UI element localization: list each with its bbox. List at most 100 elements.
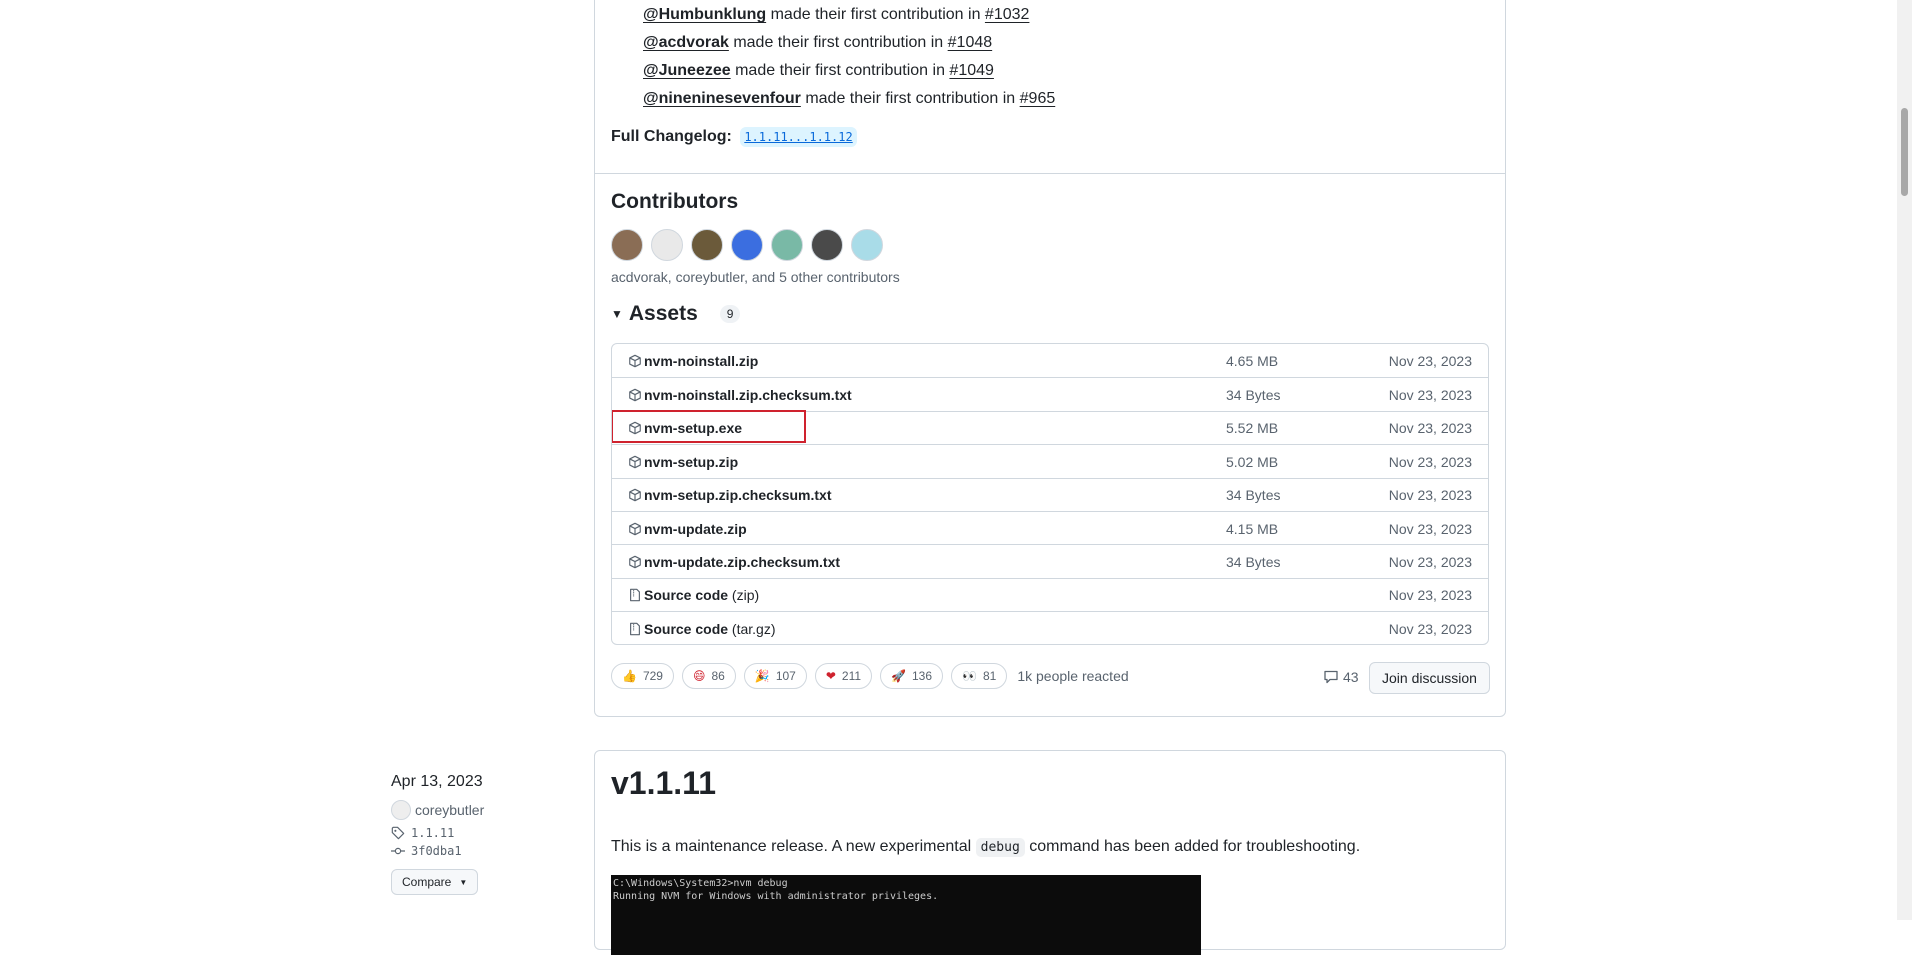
contribution-text: made their first contribution in: [770, 6, 981, 23]
package-icon: [628, 488, 642, 502]
terminal-line: Running NVM for Windows with administrat…: [613, 891, 939, 902]
contributor-link[interactable]: @nineninesevenfour: [643, 90, 801, 107]
assets-list: nvm-noinstall.zip 4.65 MB Nov 23, 2023 nvm-…: [611, 343, 1489, 645]
pull-request-link[interactable]: #1048: [948, 34, 993, 51]
assets-heading: Assets: [628, 302, 698, 325]
asset-date: Nov 23, 2023: [1388, 587, 1472, 604]
package-icon: [628, 354, 642, 368]
release-tag[interactable]: 1.1.11: [391, 826, 454, 840]
highlight-box: [612, 410, 806, 443]
reacted-summary: 1k people reacted: [1017, 668, 1129, 684]
contributor-avatar[interactable]: [651, 229, 683, 261]
asset-link[interactable]: nvm-noinstall.zip.checksum.txt: [644, 387, 852, 403]
contribution-line: @Humbunklung made their first contributi…: [643, 5, 1029, 25]
asset-size: 34 Bytes: [1226, 386, 1281, 403]
reaction-count: 81: [982, 669, 997, 683]
release-card-1-1-11: v1.1.11 This is a maintenance release. A…: [594, 750, 1506, 955]
asset-link[interactable]: nvm-update.zip.checksum.txt: [644, 554, 840, 570]
divider: [595, 173, 1505, 174]
contributor-avatars: [611, 229, 883, 261]
asset-date: Nov 23, 2023: [1388, 487, 1472, 504]
author-name: coreybutler: [415, 802, 485, 818]
full-changelog: Full Changelog: 1.1.11...1.1.12: [611, 127, 857, 147]
comments-count[interactable]: 43: [1323, 669, 1359, 685]
asset-link[interactable]: Source code (tar.gz): [644, 621, 776, 637]
asset-row: nvm-setup.zip 5.02 MB Nov 23, 2023: [612, 444, 1488, 478]
scrollbar-thumb[interactable]: [1901, 108, 1908, 196]
contributor-avatar[interactable]: [851, 229, 883, 261]
contribution-text: made their first contribution in: [805, 90, 1016, 107]
reaction-button[interactable]: 👍 729: [611, 663, 674, 689]
tag-name: 1.1.11: [411, 826, 455, 840]
heart-icon: ❤: [825, 669, 836, 683]
asset-link[interactable]: nvm-update.zip: [644, 521, 747, 537]
contributors-summary: acdvorak, coreybutler, and 5 other contr…: [611, 269, 900, 285]
reaction-count: 729: [642, 669, 663, 683]
terminal-line: C:\Windows\System32>nvm debug: [613, 878, 788, 889]
asset-link[interactable]: nvm-setup.zip: [644, 454, 738, 470]
contributor-avatar[interactable]: [691, 229, 723, 261]
triangle-down-icon: ▼: [459, 877, 468, 887]
reaction-count: 107: [775, 669, 796, 683]
asset-link[interactable]: Source code (zip): [644, 587, 759, 603]
desc-text-after: command has been added for troubleshooti…: [1029, 838, 1361, 855]
assets-count-badge: 9: [719, 305, 741, 323]
release-title[interactable]: v1.1.11: [611, 765, 716, 802]
asset-row: nvm-update.zip 4.15 MB Nov 23, 2023: [612, 511, 1488, 545]
compare-button[interactable]: Compare ▼: [391, 869, 479, 895]
release-author[interactable]: coreybutler: [391, 800, 484, 820]
avatar: [391, 800, 411, 820]
smile-icon: 😄: [692, 669, 706, 683]
release-description: This is a maintenance release. A new exp…: [611, 838, 1361, 857]
asset-date: Nov 23, 2023: [1388, 420, 1472, 437]
pull-request-link[interactable]: #965: [1020, 90, 1056, 107]
reactions-bar: 👍 729 😄 86 🎉 107 ❤ 211 🚀 136 👀 81 1k people reacted: [611, 663, 1129, 689]
asset-row: nvm-setup.zip.checksum.txt 34 Bytes Nov 23…: [612, 477, 1488, 512]
contributor-avatar[interactable]: [771, 229, 803, 261]
release-commit[interactable]: 3f0dba1: [391, 844, 462, 858]
reaction-button[interactable]: ❤ 211: [814, 663, 873, 689]
asset-size: 4.15 MB: [1226, 520, 1279, 537]
reaction-button[interactable]: 😄 86: [681, 663, 736, 689]
pull-request-link[interactable]: #1049: [949, 62, 994, 79]
reaction-button[interactable]: 👀 81: [951, 663, 1008, 689]
changelog-link[interactable]: 1.1.11...1.1.12: [740, 127, 857, 147]
asset-date: Nov 23, 2023: [1388, 352, 1472, 369]
package-icon: [628, 388, 642, 402]
contributor-avatar[interactable]: [731, 229, 763, 261]
pull-request-link[interactable]: #1032: [985, 6, 1030, 23]
asset-row: Source code (tar.gz) Nov 23, 2023: [612, 611, 1488, 644]
contributor-link[interactable]: @Juneezee: [643, 62, 731, 79]
asset-row: Source code (zip) Nov 23, 2023: [612, 577, 1488, 612]
contributor-avatar[interactable]: [611, 229, 643, 261]
reaction-count: 86: [711, 669, 725, 683]
page-scrollbar[interactable]: [1897, 0, 1912, 920]
reaction-button[interactable]: 🎉 107: [743, 663, 807, 689]
git-commit-icon: [391, 847, 405, 855]
contribution-line: @nineninesevenfour made their first cont…: [643, 89, 1055, 109]
asset-date: Nov 23, 2023: [1388, 620, 1472, 637]
terminal-screenshot: C:\Windows\System32>nvm debug Running NV…: [611, 875, 1201, 955]
contribution-text: made their first contribution in: [733, 34, 944, 51]
tada-icon: 🎉: [754, 669, 770, 683]
join-discussion-button[interactable]: Join discussion: [1369, 662, 1490, 694]
contribution-line: @Juneezee made their first contribution …: [643, 61, 994, 81]
rocket-icon: 🚀: [891, 669, 906, 683]
assets-toggle[interactable]: ▼ Assets 9: [611, 302, 741, 326]
asset-link[interactable]: nvm-noinstall.zip: [644, 353, 758, 369]
asset-size: 5.02 MB: [1226, 453, 1279, 470]
contribution-line: @acdvorak made their first contribution …: [643, 33, 992, 53]
contributor-link[interactable]: @acdvorak: [643, 34, 729, 51]
contributor-avatar[interactable]: [811, 229, 843, 261]
asset-link[interactable]: nvm-setup.zip.checksum.txt: [644, 487, 832, 503]
release-card-1-1-12: @Humbunklung made their first contributi…: [594, 0, 1506, 717]
reaction-button[interactable]: 🚀 136: [880, 663, 944, 689]
comment-icon: [1324, 670, 1338, 684]
asset-size: 34 Bytes: [1226, 487, 1281, 504]
asset-date: Nov 23, 2023: [1388, 553, 1472, 570]
desc-code: debug: [975, 838, 1025, 857]
asset-date: Nov 23, 2023: [1388, 520, 1472, 537]
asset-row: nvm-update.zip.checksum.txt 34 Bytes Nov 2…: [612, 544, 1488, 578]
contributor-link[interactable]: @Humbunklung: [643, 6, 766, 23]
compare-label: Compare: [402, 875, 452, 889]
